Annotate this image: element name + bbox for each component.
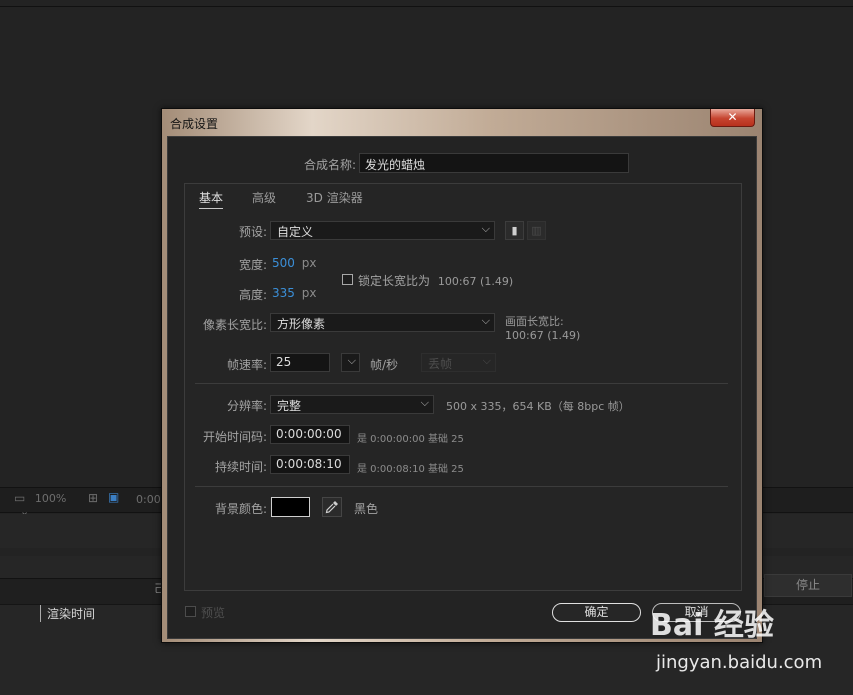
render-time-column: 渲染时间 <box>40 605 95 622</box>
tab-basic[interactable]: 基本 <box>199 189 224 209</box>
chevron-down-icon: ⌵ <box>481 222 490 235</box>
frame-rate-input[interactable]: 25 <box>270 353 330 372</box>
frame-aspect-label: 画面长宽比: <box>505 315 564 328</box>
lock-aspect-label: 锁定长宽比为 <box>358 274 431 288</box>
bg-color-swatch[interactable] <box>271 497 310 517</box>
duration-input[interactable]: 0:00:08:10 <box>270 455 350 474</box>
ok-button[interactable]: 确定 <box>552 603 641 622</box>
chevron-down-icon: ⌵ <box>347 354 356 367</box>
zoom-value: 100% <box>34 492 67 505</box>
save-preset-icon[interactable]: ▮ <box>505 221 524 240</box>
divider <box>195 383 728 384</box>
eyedropper-button[interactable] <box>322 497 342 517</box>
eyedropper-icon <box>325 501 338 514</box>
bg-color-label: 背景颜色: <box>214 502 267 516</box>
width-unit: px <box>301 256 317 270</box>
dialog-title: 合成设置 <box>170 117 219 131</box>
pixel-aspect-value: 方形像素 <box>277 317 326 331</box>
resolution-value: 完整 <box>277 399 302 413</box>
frame-rate-dropdown[interactable]: ⌵ <box>341 353 360 372</box>
lock-aspect-value: 100:67 (1.49) <box>437 275 514 288</box>
drop-frame-dropdown: 丢帧 ⌵ <box>421 353 496 372</box>
baidu-watermark-url: jingyan.baidu.com <box>656 652 823 673</box>
resolution-dropdown[interactable]: 完整 ⌵ <box>270 395 434 414</box>
width-value[interactable]: 500 <box>272 256 295 270</box>
preset-dropdown[interactable]: 自定义 ⌵ <box>270 221 495 240</box>
stop-button[interactable]: 停止 <box>764 574 852 597</box>
lock-aspect-checkbox[interactable] <box>342 274 353 285</box>
height-value[interactable]: 335 <box>272 286 295 300</box>
chevron-down-icon: ⌵ <box>420 396 429 409</box>
chevron-down-icon: ⌵ <box>482 354 491 367</box>
zoom-dropdown[interactable]: ▭ 100% ⌄ <box>14 491 80 518</box>
preset-label: 预设: <box>238 225 267 239</box>
start-timecode-label: 开始时间码: <box>202 430 267 444</box>
lock-aspect-row: 锁定长宽比为 100:67 (1.49) <box>358 272 513 289</box>
tab-3d-renderer[interactable]: 3D 渲染器 <box>306 189 363 206</box>
divider <box>195 486 728 487</box>
dialog-body: 合成名称: 发光的蜡烛 基本 高级 3D 渲染器 预设: 自定义 ⌵ ▮ ▥ 宽… <box>167 136 757 639</box>
resolution-info: 500 x 335，654 KB（每 8bpc 帧） <box>446 400 630 413</box>
height-unit: px <box>301 286 317 300</box>
preview-label: 预览 <box>201 606 226 620</box>
grid-icon[interactable]: ⊞ <box>88 491 98 505</box>
height-field[interactable]: 335 px <box>272 286 316 300</box>
preview-checkbox <box>185 606 196 617</box>
settings-group: 基本 高级 3D 渲染器 预设: 自定义 ⌵ ▮ ▥ 宽度: 500 px 锁定… <box>184 183 742 591</box>
preset-value: 自定义 <box>277 225 314 239</box>
frame-aspect-value: 100:67 (1.49) <box>505 329 581 342</box>
close-button[interactable]: ✕ <box>710 109 755 127</box>
tab-advanced[interactable]: 高级 <box>252 189 276 206</box>
width-label: 宽度: <box>238 258 267 272</box>
bg-color-name: 黑色 <box>354 502 379 516</box>
region-icon[interactable]: ▣ <box>108 490 119 504</box>
frame-rate-label: 帧速率: <box>226 358 267 372</box>
width-field[interactable]: 500 px <box>272 256 316 270</box>
start-timecode-note: 是 0:00:00:00 基础 25 <box>357 434 464 445</box>
comp-name-input[interactable]: 发光的蜡烛 <box>359 153 629 173</box>
height-label: 高度: <box>238 288 267 302</box>
pixel-aspect-label: 像素长宽比: <box>202 318 267 332</box>
resolution-label: 分辨率: <box>226 399 267 413</box>
pixel-aspect-dropdown[interactable]: 方形像素 ⌵ <box>270 313 495 332</box>
frame-rate-unit: 帧/秒 <box>370 358 399 372</box>
duration-label: 持续时间: <box>214 460 267 474</box>
viewer-timecode[interactable]: 0:00 <box>136 493 161 506</box>
drop-frame-value: 丢帧 <box>428 357 453 371</box>
start-timecode-input[interactable]: 0:00:00:00 <box>270 425 350 444</box>
chevron-down-icon: ⌵ <box>481 314 490 327</box>
duration-note: 是 0:00:08:10 基础 25 <box>357 464 464 475</box>
monitor-icon: ▭ <box>14 491 26 505</box>
composition-settings-dialog: 合成设置 ✕ 合成名称: 发光的蜡烛 基本 高级 3D 渲染器 预设: 自定义 … <box>161 108 763 643</box>
trash-icon: ▥ <box>527 221 546 240</box>
baidu-watermark-logo: Bai 经验 <box>650 608 774 643</box>
comp-name-label: 合成名称: <box>303 158 356 172</box>
